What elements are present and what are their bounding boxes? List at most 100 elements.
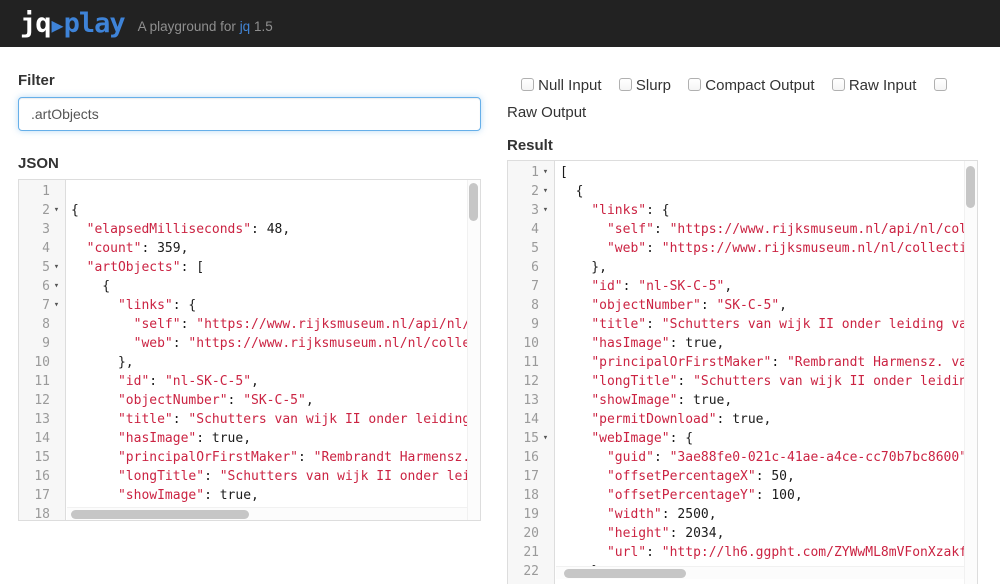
filter-input[interactable]	[18, 97, 481, 131]
json-label: JSON	[18, 155, 481, 172]
scrollbar-thumb[interactable]	[469, 183, 478, 221]
gutter-line: 5▾	[19, 258, 65, 277]
editor-line: "offsetPercentageX": 50,	[560, 467, 977, 486]
line-number: 18	[513, 486, 539, 505]
result-label: Result	[507, 137, 978, 154]
option-label: Compact Output	[705, 77, 814, 94]
option-null-input[interactable]: Null Input	[521, 77, 602, 94]
line-number: 7	[513, 277, 539, 296]
filter-label: Filter	[18, 72, 481, 89]
gutter-line: 17	[19, 486, 65, 505]
editor-line: "count": 359,	[71, 239, 480, 258]
gutter-line: 2▾	[508, 182, 554, 201]
scrollbar-thumb[interactable]	[966, 166, 975, 208]
line-number: 15	[513, 429, 539, 448]
line-number: 12	[24, 391, 50, 410]
options-row: Null Input Slurp Compact Output Raw Inpu…	[507, 72, 978, 126]
fold-arrow-icon[interactable]: ▾	[539, 182, 552, 201]
gutter-line: 10	[19, 353, 65, 372]
line-number: 22	[513, 562, 539, 581]
json-editor-vertical-scrollbar[interactable]	[467, 180, 480, 520]
gutter-line: 13	[19, 410, 65, 429]
gutter-line: 14	[508, 410, 554, 429]
fold-arrow-icon[interactable]: ▾	[539, 163, 552, 182]
gutter-line: 7	[508, 277, 554, 296]
result-editor-vertical-scrollbar[interactable]	[964, 161, 977, 584]
result-editor-gutter: 1▾2▾3▾456789101112131415▾161718192021222…	[508, 161, 555, 584]
gutter-line: 5	[508, 239, 554, 258]
option-label: Raw Output	[507, 104, 586, 121]
editor-line: "showImage": true,	[560, 391, 977, 410]
line-number: 3	[24, 220, 50, 239]
jqplay-logo[interactable]: jq▶play	[20, 8, 125, 39]
fold-arrow-icon[interactable]: ▾	[50, 258, 63, 277]
gutter-line: 21	[508, 543, 554, 562]
checkbox[interactable]	[832, 78, 845, 91]
line-number: 4	[513, 220, 539, 239]
option-label: Null Input	[538, 77, 601, 94]
line-number: 7	[24, 296, 50, 315]
line-number: 1	[24, 182, 50, 201]
fold-arrow-icon[interactable]: ▾	[50, 277, 63, 296]
gutter-line: 11	[19, 372, 65, 391]
gutter-line: 8	[19, 315, 65, 334]
json-editor-code[interactable]: { "elapsedMilliseconds": 48, "count": 35…	[66, 180, 480, 520]
gutter-line: 19	[508, 505, 554, 524]
option-compact-output[interactable]: Compact Output	[688, 77, 814, 94]
result-editor: 1▾2▾3▾456789101112131415▾161718192021222…	[507, 160, 978, 584]
scrollbar-thumb[interactable]	[71, 510, 249, 519]
line-number: 6	[513, 258, 539, 277]
checkbox[interactable]	[619, 78, 632, 91]
gutter-line: 9	[508, 315, 554, 334]
line-number: 13	[513, 391, 539, 410]
editor-line: "objectNumber": "SK-C-5",	[560, 296, 977, 315]
jq-link[interactable]: jq	[240, 19, 251, 34]
fold-arrow-icon[interactable]: ▾	[539, 201, 552, 220]
gutter-line: 3	[19, 220, 65, 239]
line-number: 11	[513, 353, 539, 372]
gutter-line: 10	[508, 334, 554, 353]
line-number: 8	[24, 315, 50, 334]
gutter-line: 18	[508, 486, 554, 505]
line-number: 16	[24, 467, 50, 486]
line-number: 18	[24, 505, 50, 521]
gutter-line: 1▾	[508, 163, 554, 182]
fold-arrow-icon[interactable]: ▾	[50, 296, 63, 315]
line-number: 14	[24, 429, 50, 448]
json-editor-gutter: 12▾345▾6▾7▾89101112131415161718	[19, 180, 66, 520]
checkbox[interactable]	[521, 78, 534, 91]
gutter-line: 20	[508, 524, 554, 543]
gutter-line: 12	[19, 391, 65, 410]
fold-arrow-icon[interactable]: ▾	[539, 429, 552, 448]
checkbox[interactable]	[934, 78, 947, 91]
line-number: 2	[24, 201, 50, 220]
tagline-version: 1.5	[254, 19, 273, 34]
fold-arrow-icon[interactable]: ▾	[50, 201, 63, 220]
gutter-line: 3▾	[508, 201, 554, 220]
result-editor-horizontal-scrollbar[interactable]	[556, 566, 964, 579]
result-editor-code[interactable]: [ { "links": { "self": "https://www.rijk…	[555, 161, 977, 584]
editor-line: "hasImage": true,	[71, 429, 480, 448]
option-slurp[interactable]: Slurp	[619, 77, 671, 94]
editor-line: {	[71, 201, 480, 220]
gutter-line: 13	[508, 391, 554, 410]
editor-line	[71, 182, 480, 201]
editor-line: "showImage": true,	[71, 486, 480, 505]
main-content: Filter JSON 12▾345▾6▾7▾89101112131415161…	[0, 47, 1000, 584]
line-number: 15	[24, 448, 50, 467]
gutter-line: 6	[508, 258, 554, 277]
editor-line: "links": {	[560, 201, 977, 220]
gutter-line: 1	[19, 182, 65, 201]
editor-line: "webImage": {	[560, 429, 977, 448]
gutter-line: 16	[508, 448, 554, 467]
scrollbar-thumb[interactable]	[564, 569, 686, 578]
tagline: A playground for jq 1.5	[138, 19, 273, 34]
option-raw-input[interactable]: Raw Input	[832, 77, 917, 94]
gutter-line: 4	[508, 220, 554, 239]
checkbox[interactable]	[688, 78, 701, 91]
json-editor-horizontal-scrollbar[interactable]	[67, 507, 467, 520]
gutter-line: 18	[19, 505, 65, 521]
editor-line: "objectNumber": "SK-C-5",	[71, 391, 480, 410]
tagline-prefix: A playground for	[138, 19, 236, 34]
editor-line: "web": "https://www.rijksmuseum.nl/nl/co…	[71, 334, 480, 353]
